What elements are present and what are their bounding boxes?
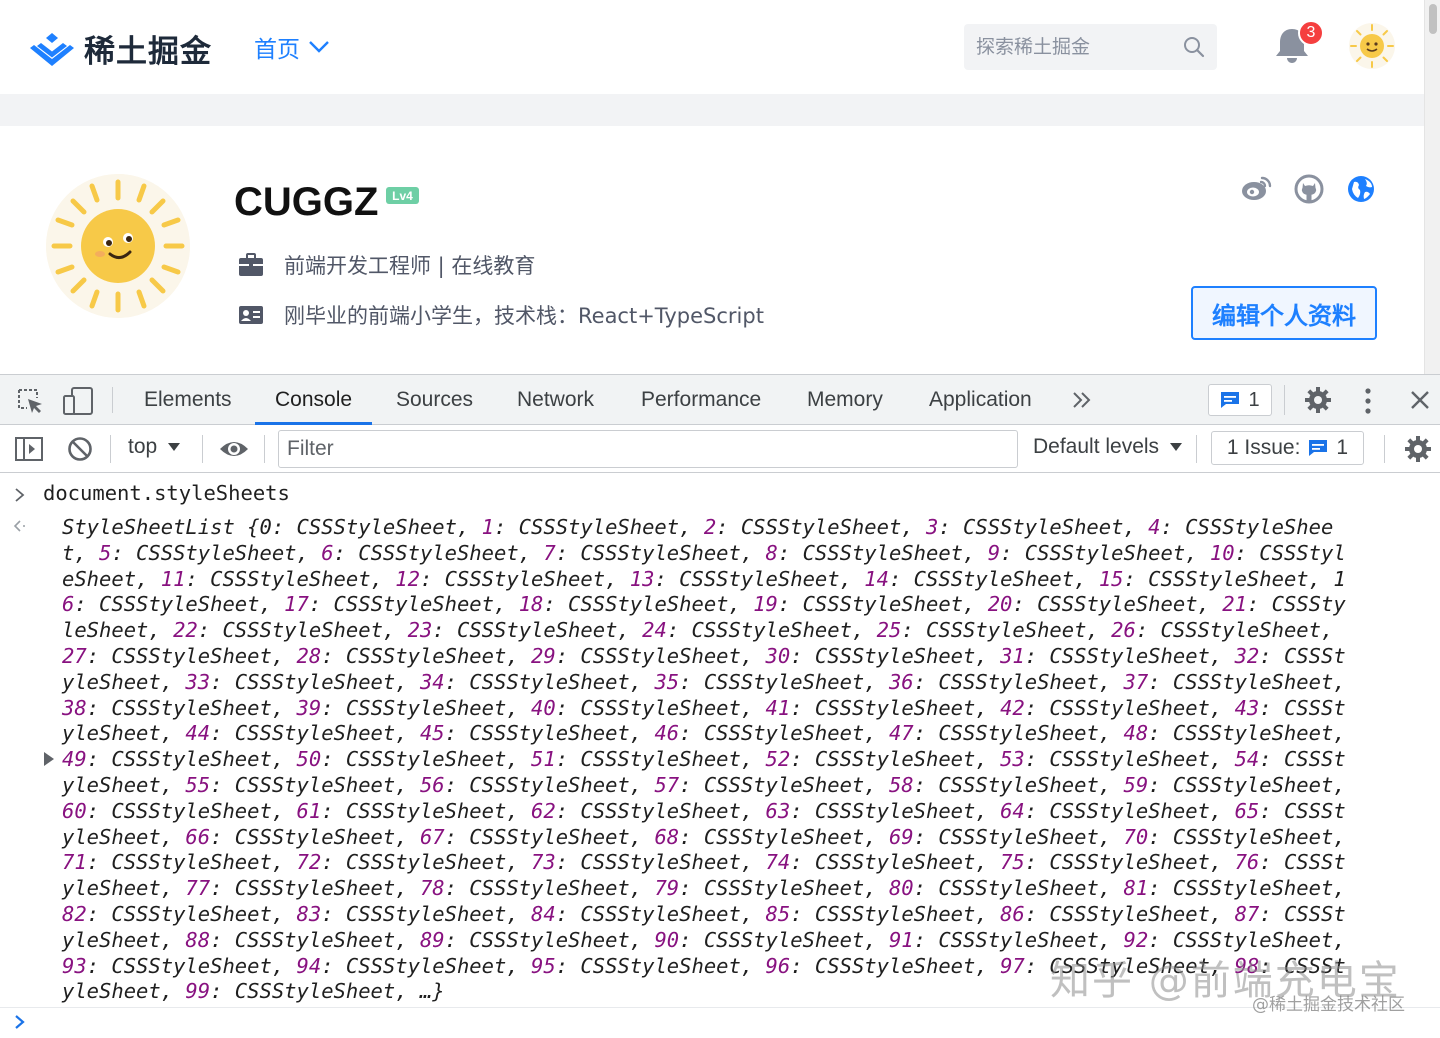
console-filter-input[interactable] [278, 430, 1018, 468]
tab-separator [1284, 385, 1285, 415]
toolbar-separator [1196, 435, 1197, 463]
console-settings-gear-icon[interactable] [1404, 435, 1432, 463]
console-result-line: StyleSheetList {0: CSSStyleSheet, 1: CSS… [62, 515, 1334, 539]
edit-profile-button[interactable]: 编辑个人资料 [1191, 286, 1377, 340]
nav-home-label: 首页 [254, 37, 300, 63]
profile-bio-row: 刚毕业的前端小学生，技术栈：React+TypeScript [238, 300, 764, 330]
console-result-line: yleSheet, 33: CSSStyleSheet, 34: CSSStyl… [62, 669, 1346, 694]
toolbar-separator [1384, 435, 1385, 463]
page-gap [0, 94, 1424, 126]
tab-sources[interactable]: Sources [396, 375, 473, 425]
chevron-down-icon [309, 41, 329, 53]
search-icon[interactable] [1183, 36, 1205, 58]
clear-console-icon[interactable] [67, 436, 93, 462]
profile-avatar [46, 174, 190, 318]
result-arrow-icon [13, 520, 25, 532]
issues-count: 1 [1336, 436, 1349, 459]
toolbar-separator [264, 435, 265, 463]
expand-object-triangle-icon[interactable] [44, 752, 54, 766]
settings-gear-icon[interactable] [1304, 386, 1332, 414]
inspect-element-icon[interactable] [16, 387, 44, 415]
console-result-line: yleSheet, 66: CSSStyleSheet, 67: CSSStyl… [62, 824, 1346, 849]
console-input-line: document.styleSheets [0, 481, 1440, 511]
devtools-panel: Elements Console Sources Network Perform… [0, 374, 1440, 1038]
devtools-tab-bar: Elements Console Sources Network Perform… [0, 375, 1440, 425]
site-header: 稀土掘金 首页 3 [0, 0, 1424, 94]
nav-home-dropdown[interactable]: 首页 [254, 30, 330, 64]
juejin-logo-icon [30, 32, 74, 66]
more-options-kebab-icon[interactable] [1360, 387, 1376, 415]
more-tabs-chevron-icon[interactable] [1072, 391, 1092, 409]
console-result-line: yleSheet, 44: CSSStyleSheet, 45: CSSStyl… [62, 721, 1346, 746]
console-divider [0, 1007, 1440, 1008]
close-devtools-icon[interactable] [1410, 390, 1430, 410]
weibo-icon[interactable] [1240, 174, 1272, 202]
console-prompt-chevron-icon[interactable] [14, 1013, 26, 1031]
profile-card: CUGGZ Lv4 前端开发工程师 | 在线教育 刚毕业的前端小学生，技术栈：R… [0, 126, 1424, 374]
tab-memory[interactable]: Memory [807, 375, 883, 425]
profile-job-row: 前端开发工程师 | 在线教育 [238, 250, 535, 280]
tab-elements[interactable]: Elements [144, 375, 232, 425]
user-avatar[interactable] [1348, 22, 1396, 70]
console-result-line: yleSheet, 55: CSSStyleSheet, 56: CSSStyl… [62, 772, 1346, 797]
console-messages-counter[interactable]: 1 [1208, 384, 1272, 416]
message-icon [1221, 392, 1240, 408]
console-result-line: 27: CSSStyleSheet, 28: CSSStyleSheet, 29… [62, 643, 1346, 668]
profile-username: CUGGZ [234, 180, 379, 224]
dropdown-triangle-icon [168, 443, 181, 451]
website-globe-icon[interactable] [1346, 174, 1376, 204]
github-icon[interactable] [1294, 174, 1324, 204]
console-result-line: 82: CSSStyleSheet, 83: CSSStyleSheet, 84… [62, 901, 1346, 926]
device-toolbar-icon[interactable] [62, 386, 94, 416]
juejin-watermark: @稀土掘金技术社区 [1252, 995, 1405, 1015]
toolbar-separator [202, 435, 203, 463]
scrollbar-thumb[interactable] [1429, 4, 1437, 34]
console-result-line: 49: CSSStyleSheet, 50: CSSStyleSheet, 51… [62, 747, 1346, 772]
toolbar-separator [110, 435, 111, 463]
console-result-line: leSheet, 22: CSSStyleSheet, 23: CSSStyle… [62, 618, 1334, 643]
input-prompt-chevron-icon [15, 488, 25, 502]
show-sidebar-icon[interactable] [14, 436, 44, 462]
console-result-line: eSheet, 11: CSSStyleSheet, 12: CSSStyleS… [62, 566, 1346, 591]
console-result-line: yleSheet, 77: CSSStyleSheet, 78: CSSStyl… [62, 876, 1346, 901]
briefcase-icon [239, 253, 263, 276]
console-result-stylesheetlist[interactable]: StyleSheetList {0: CSSStyleSheet, 1: CSS… [62, 515, 1412, 1005]
search-input[interactable] [976, 36, 1176, 58]
issues-label: 1 Issue: [1226, 436, 1301, 459]
logo-text: 稀土掘金 [84, 34, 212, 70]
console-result-line: 6: CSSStyleSheet, 17: CSSStyleSheet, 18:… [62, 592, 1346, 617]
tab-performance[interactable]: Performance [641, 375, 761, 425]
console-result-line: 60: CSSStyleSheet, 61: CSSStyleSheet, 62… [62, 798, 1346, 823]
console-result-line: 71: CSSStyleSheet, 72: CSSStyleSheet, 73… [62, 850, 1346, 875]
profile-bio: 刚毕业的前端小学生，技术栈：React+TypeScript [284, 304, 764, 328]
tab-application[interactable]: Application [929, 375, 1032, 425]
id-card-icon [239, 306, 263, 324]
console-command: document.styleSheets [43, 481, 290, 505]
issue-message-icon [1309, 440, 1328, 456]
dropdown-triangle-icon [1170, 443, 1183, 451]
tab-network[interactable]: Network [517, 375, 594, 425]
tab-console[interactable]: Console [254, 375, 373, 425]
console-toolbar: top Default levels 1 Issue: 1 [0, 425, 1440, 473]
live-expression-eye-icon[interactable] [218, 437, 250, 461]
log-levels-label: Default levels [1033, 435, 1160, 458]
console-result-line: 38: CSSStyleSheet, 39: CSSStyleSheet, 40… [62, 695, 1346, 720]
tab-separator [112, 387, 113, 413]
search-box [964, 24, 1217, 70]
profile-job: 前端开发工程师 | 在线教育 [284, 254, 536, 278]
messages-count: 1 [1248, 388, 1260, 411]
issues-button[interactable]: 1 Issue: 1 [1211, 431, 1364, 465]
log-levels-dropdown[interactable]: Default levels [1033, 435, 1183, 459]
notification-badge: 3 [1298, 20, 1324, 46]
console-result-line: t, 5: CSSStyleSheet, 6: CSSStyleSheet, 7… [62, 540, 1346, 565]
level-badge: Lv4 [386, 187, 419, 204]
context-value: top [128, 435, 158, 458]
page-scrollbar[interactable] [1424, 0, 1440, 374]
juejin-logo[interactable]: 稀土掘金 [28, 26, 212, 71]
context-selector[interactable]: top [128, 435, 181, 459]
